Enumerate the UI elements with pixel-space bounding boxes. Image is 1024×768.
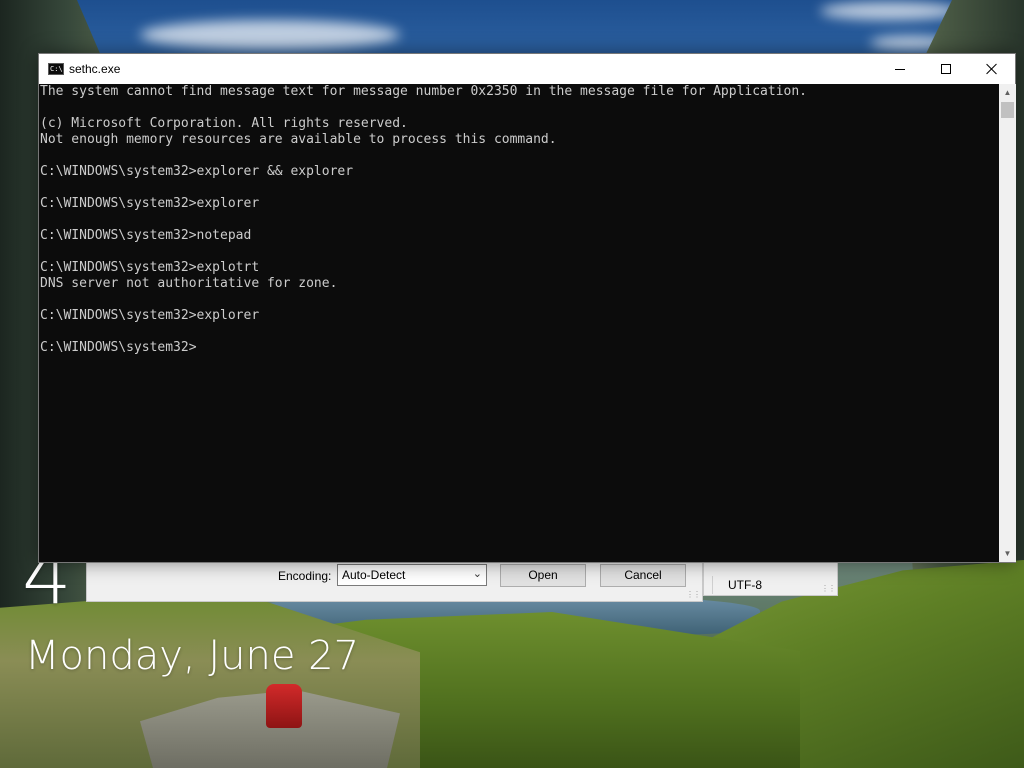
console-line: Not enough memory resources are availabl… <box>40 132 557 147</box>
console-window[interactable]: C:\ sethc.exe The system cannot find mes… <box>38 53 1016 563</box>
cancel-button[interactable]: Cancel <box>600 564 686 587</box>
backpack <box>266 684 302 728</box>
minimize-icon <box>895 68 905 70</box>
resize-grip-icon[interactable]: ⋮⋮ <box>686 590 701 599</box>
console-line: C:\WINDOWS\system32>explotrt <box>40 260 260 275</box>
chevron-down-icon: ⌄ <box>472 568 482 580</box>
scroll-up-arrow-icon[interactable]: ▲ <box>999 84 1016 101</box>
encoding-status: UTF-8 <box>712 576 822 594</box>
console-line: C:\WINDOWS\system32>notepad <box>40 228 252 243</box>
vertical-scrollbar[interactable]: ▲ ▼ <box>999 84 1016 562</box>
console-line: (c) Microsoft Corporation. All rights re… <box>40 116 408 131</box>
console-line: C:\WINDOWS\system32>explorer <box>40 308 260 323</box>
close-button[interactable] <box>969 54 1015 84</box>
close-icon <box>986 63 998 75</box>
console-line: The system cannot find message text for … <box>40 84 808 99</box>
lock-screen-date: Monday, June 27 <box>25 633 360 679</box>
open-file-dialog: Encoding: Auto-Detect ⌄ Open Cancel ⋮⋮ U… <box>86 558 838 602</box>
encoding-value: Auto-Detect <box>342 568 406 582</box>
console-line: C:\WINDOWS\system32> <box>40 340 197 355</box>
maximize-icon <box>941 64 951 74</box>
dialog-footer: Encoding: Auto-Detect ⌄ Open Cancel ⋮⋮ <box>86 558 703 602</box>
cloud <box>140 20 400 50</box>
console-app-icon: C:\ <box>48 63 64 75</box>
scrollbar-thumb[interactable] <box>1001 102 1014 118</box>
scroll-down-arrow-icon[interactable]: ▼ <box>999 545 1016 562</box>
minimize-button[interactable] <box>877 54 923 84</box>
window-title: sethc.exe <box>69 62 121 76</box>
open-button[interactable]: Open <box>500 564 586 587</box>
console-line: DNS server not authoritative for zone. <box>40 276 338 291</box>
cloud <box>820 2 960 20</box>
console-line: C:\WINDOWS\system32>explorer && explorer <box>40 164 354 179</box>
encoding-label: Encoding: <box>278 569 332 583</box>
encoding-select[interactable]: Auto-Detect ⌄ <box>337 564 487 586</box>
maximize-button[interactable] <box>923 54 969 84</box>
console-output[interactable]: The system cannot find message text for … <box>39 84 999 562</box>
console-line: C:\WINDOWS\system32>explorer <box>40 196 260 211</box>
title-bar[interactable]: C:\ sethc.exe <box>39 54 1015 84</box>
status-bar: UTF-8 ⋮⋮ <box>703 558 838 596</box>
resize-grip-icon[interactable]: ⋮⋮ <box>821 584 836 593</box>
